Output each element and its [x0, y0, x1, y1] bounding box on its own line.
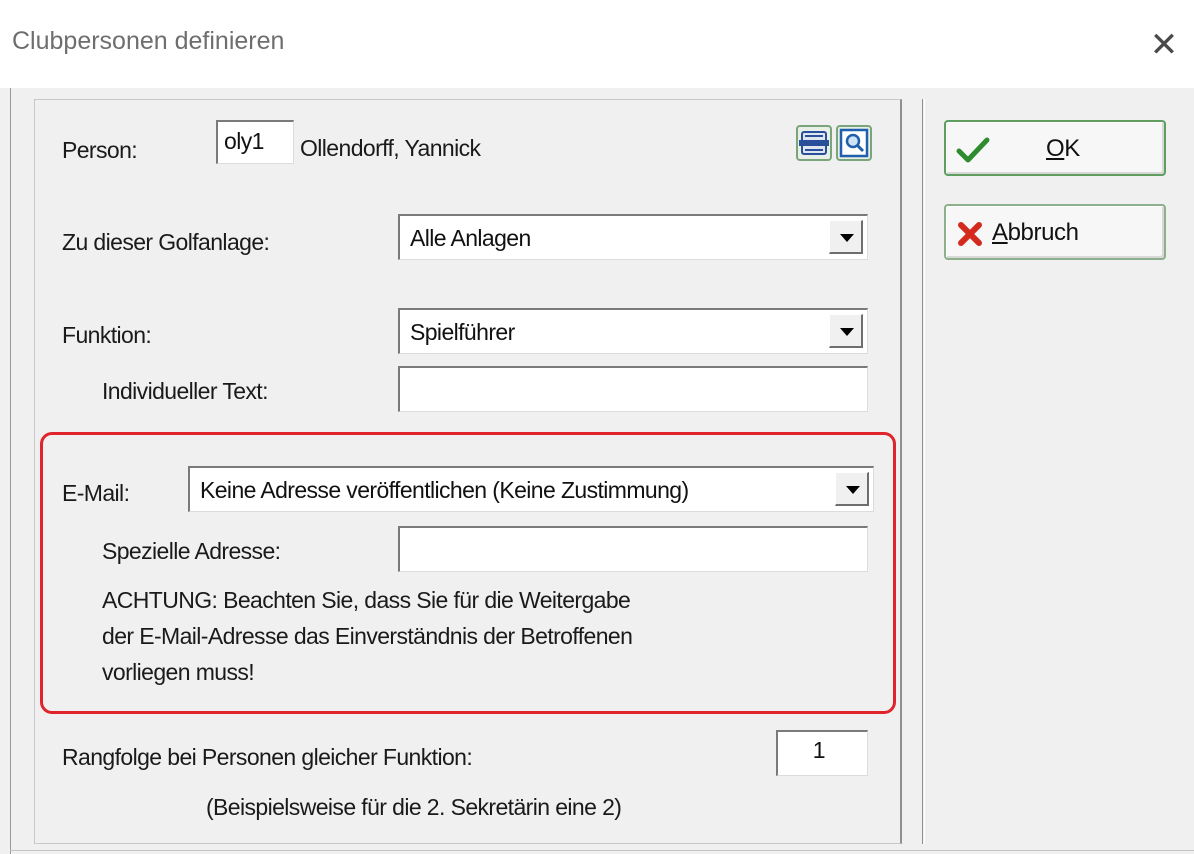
ok-label: OK: [1046, 135, 1080, 163]
person-label: Person:: [62, 137, 138, 163]
window-title: Clubpersonen definieren: [12, 27, 285, 55]
cancel-button[interactable]: Abbruch: [944, 204, 1166, 260]
title-bar: Clubpersonen definieren ✕: [0, 0, 1194, 88]
cancel-label-rest: bbruch: [1007, 219, 1079, 246]
golfanlage-select[interactable]: Alle Anlagen: [398, 214, 868, 260]
chevron-down-icon: [846, 486, 860, 494]
panel-separator-highlight: [924, 99, 925, 844]
funktion-select[interactable]: Spielführer: [398, 308, 868, 354]
cancel-mnemonic: A: [992, 219, 1008, 246]
checkmark-icon: [956, 137, 990, 163]
ok-button[interactable]: OK: [944, 120, 1166, 176]
special-address-label: Spezielle Adresse:: [102, 538, 281, 564]
rangfolge-input[interactable]: 1: [776, 730, 868, 776]
chevron-down-icon: [840, 234, 854, 242]
individual-text-input[interactable]: [398, 366, 868, 412]
email-label: E-Mail:: [62, 480, 130, 506]
card-icon[interactable]: [796, 125, 832, 161]
email-select[interactable]: Keine Adresse veröffentlichen (Keine Zus…: [188, 466, 874, 512]
window-border: [10, 88, 11, 854]
dropdown-button[interactable]: [829, 220, 863, 254]
search-icon[interactable]: [836, 125, 872, 161]
person-name: Ollendorff, Yannick: [300, 135, 481, 161]
golfanlage-value: Alle Anlagen: [410, 225, 531, 251]
close-icon[interactable]: ✕: [1144, 28, 1184, 68]
rangfolge-hint: (Beispielsweise für die 2. Sekretärin ei…: [206, 794, 622, 820]
panel-separator: [922, 99, 923, 844]
dropdown-button[interactable]: [829, 314, 863, 348]
dropdown-button[interactable]: [835, 472, 869, 506]
individual-text-label: Individueller Text:: [102, 378, 268, 404]
rangfolge-label: Rangfolge bei Personen gleicher Funktion…: [62, 744, 473, 770]
person-code-input[interactable]: oly1: [216, 120, 294, 164]
warning-line-2: der E-Mail-Adresse das Einverständnis de…: [102, 623, 633, 649]
red-x-icon: [958, 222, 982, 246]
cancel-label: Abbruch: [992, 219, 1079, 247]
ok-mnemonic: O: [1046, 135, 1065, 162]
window-border-bottom: [10, 850, 1194, 851]
email-value: Keine Adresse veröffentlichen (Keine Zus…: [200, 477, 689, 503]
funktion-label: Funktion:: [62, 322, 152, 348]
special-address-input[interactable]: [398, 526, 868, 572]
ok-label-rest: K: [1064, 135, 1080, 162]
warning-line-3: vorliegen muss!: [102, 659, 255, 685]
chevron-down-icon: [840, 328, 854, 336]
golfanlage-label: Zu dieser Golfanlage:: [62, 229, 270, 255]
funktion-value: Spielführer: [410, 319, 515, 345]
warning-line-1: ACHTUNG: Beachten Sie, dass Sie für die …: [102, 587, 631, 613]
